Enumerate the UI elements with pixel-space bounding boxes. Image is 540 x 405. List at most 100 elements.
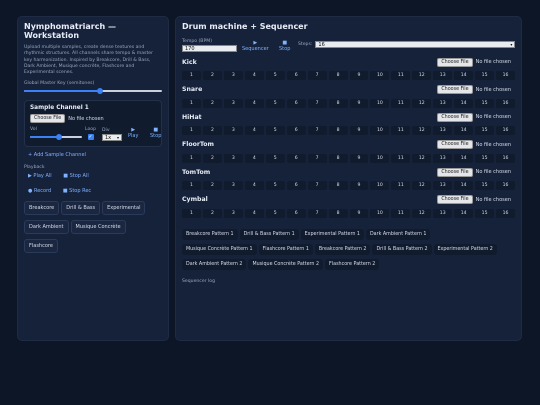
choose-file-button[interactable]: Choose File bbox=[30, 114, 66, 124]
pattern-button[interactable]: Experimental Pattern 1 bbox=[300, 229, 364, 240]
preset-button[interactable]: Drill & Bass bbox=[61, 201, 101, 216]
preset-button[interactable]: Breakcore bbox=[24, 201, 60, 216]
step-cell[interactable]: 9 bbox=[349, 208, 369, 218]
step-cell[interactable]: 16 bbox=[496, 71, 515, 80]
step-cell[interactable]: 9 bbox=[349, 126, 369, 135]
step-cell[interactable]: 13 bbox=[433, 126, 453, 135]
pattern-button[interactable]: Musique Concrète Pattern 1 bbox=[182, 244, 257, 255]
step-cell[interactable]: 2 bbox=[202, 208, 222, 218]
step-cell[interactable]: 11 bbox=[391, 71, 411, 80]
choose-file-button[interactable]: Choose File bbox=[437, 57, 473, 67]
stop-rec-button[interactable]: ■ Stop Rec bbox=[63, 188, 91, 194]
step-cell[interactable]: 11 bbox=[391, 98, 411, 108]
play-all-button[interactable]: ▶ Play All bbox=[28, 173, 52, 179]
step-cell[interactable]: 7 bbox=[307, 126, 327, 135]
step-cell[interactable]: 8 bbox=[328, 208, 348, 218]
step-cell[interactable]: 10 bbox=[370, 98, 390, 108]
step-cell[interactable]: 15 bbox=[475, 98, 495, 108]
step-cell[interactable]: 8 bbox=[328, 98, 348, 108]
preset-button[interactable]: Experimental bbox=[102, 201, 146, 216]
step-cell[interactable]: 9 bbox=[349, 71, 369, 80]
step-cell[interactable]: 14 bbox=[454, 98, 474, 108]
step-cell[interactable]: 9 bbox=[349, 153, 369, 163]
step-cell[interactable]: 14 bbox=[454, 126, 474, 135]
step-cell[interactable]: 13 bbox=[433, 98, 453, 108]
step-cell[interactable]: 15 bbox=[475, 153, 495, 163]
step-cell[interactable]: 3 bbox=[223, 98, 243, 108]
step-cell[interactable]: 13 bbox=[433, 153, 453, 163]
step-cell[interactable]: 11 bbox=[391, 153, 411, 163]
step-cell[interactable]: 5 bbox=[265, 153, 285, 163]
step-cell[interactable]: 2 bbox=[202, 181, 222, 190]
pattern-button[interactable]: Flashcore Pattern 1 bbox=[258, 244, 313, 255]
step-cell[interactable]: 12 bbox=[412, 126, 432, 135]
step-cell[interactable]: 5 bbox=[265, 126, 285, 135]
step-cell[interactable]: 7 bbox=[307, 181, 327, 190]
choose-file-button[interactable]: Choose File bbox=[437, 112, 473, 122]
step-cell[interactable]: 2 bbox=[202, 71, 222, 80]
slider-thumb[interactable] bbox=[96, 88, 103, 95]
master-key-slider[interactable] bbox=[24, 88, 162, 95]
steps-select[interactable]: 16 ▾ bbox=[315, 41, 516, 48]
sequencer-button[interactable]: ▶ Sequencer bbox=[242, 40, 269, 52]
pattern-button[interactable]: Dark Ambient Pattern 2 bbox=[182, 259, 247, 270]
step-cell[interactable]: 10 bbox=[370, 208, 390, 218]
step-cell[interactable]: 16 bbox=[496, 181, 515, 190]
step-cell[interactable]: 10 bbox=[370, 71, 390, 80]
step-cell[interactable]: 16 bbox=[496, 126, 515, 135]
record-button[interactable]: ● Record bbox=[28, 188, 51, 194]
step-cell[interactable]: 7 bbox=[307, 71, 327, 80]
step-cell[interactable]: 12 bbox=[412, 98, 432, 108]
step-cell[interactable]: 16 bbox=[496, 208, 515, 218]
volume-slider[interactable] bbox=[30, 134, 82, 141]
step-cell[interactable]: 13 bbox=[433, 208, 453, 218]
step-cell[interactable]: 12 bbox=[412, 208, 432, 218]
step-cell[interactable]: 14 bbox=[454, 71, 474, 80]
step-cell[interactable]: 3 bbox=[223, 181, 243, 190]
step-cell[interactable]: 1 bbox=[182, 181, 201, 190]
step-cell[interactable]: 6 bbox=[286, 208, 306, 218]
stop-button[interactable]: ■ Stop bbox=[150, 127, 161, 139]
choose-file-button[interactable]: Choose File bbox=[437, 85, 473, 94]
pattern-button[interactable]: Drill & Bass Pattern 2 bbox=[372, 244, 432, 255]
step-cell[interactable]: 10 bbox=[370, 181, 390, 190]
step-cell[interactable]: 15 bbox=[475, 181, 495, 190]
choose-file-button[interactable]: Choose File bbox=[437, 140, 473, 149]
step-cell[interactable]: 11 bbox=[391, 126, 411, 135]
step-cell[interactable]: 2 bbox=[202, 98, 222, 108]
preset-button[interactable]: Dark Ambient bbox=[24, 220, 69, 235]
step-cell[interactable]: 15 bbox=[475, 126, 495, 135]
step-cell[interactable]: 16 bbox=[496, 98, 515, 108]
loop-checkbox[interactable]: ✓ bbox=[87, 134, 94, 141]
preset-button[interactable]: Flashcore bbox=[24, 239, 58, 254]
step-cell[interactable]: 14 bbox=[454, 181, 474, 190]
step-cell[interactable]: 5 bbox=[265, 71, 285, 80]
step-cell[interactable]: 7 bbox=[307, 208, 327, 218]
step-cell[interactable]: 3 bbox=[223, 208, 243, 218]
step-cell[interactable]: 4 bbox=[244, 208, 264, 218]
step-cell[interactable]: 4 bbox=[244, 181, 264, 190]
pattern-button[interactable]: Flashcore Pattern 2 bbox=[325, 259, 380, 270]
step-cell[interactable]: 2 bbox=[202, 126, 222, 135]
slider-thumb[interactable] bbox=[55, 134, 62, 141]
step-cell[interactable]: 5 bbox=[265, 181, 285, 190]
step-cell[interactable]: 8 bbox=[328, 126, 348, 135]
step-cell[interactable]: 2 bbox=[202, 153, 222, 163]
step-cell[interactable]: 3 bbox=[223, 153, 243, 163]
tempo-input[interactable]: 170 bbox=[182, 45, 237, 52]
pattern-button[interactable]: Drill & Bass Pattern 1 bbox=[239, 229, 299, 240]
step-cell[interactable]: 4 bbox=[244, 71, 264, 80]
choose-file-button[interactable]: Choose File bbox=[437, 195, 473, 204]
pattern-button[interactable]: Dark Ambient Pattern 1 bbox=[365, 229, 431, 240]
play-button[interactable]: ▶ Play bbox=[128, 127, 138, 139]
sequencer-stop-button[interactable]: ■ Stop bbox=[279, 40, 290, 52]
step-cell[interactable]: 8 bbox=[328, 71, 348, 80]
step-cell[interactable]: 1 bbox=[182, 71, 201, 80]
step-cell[interactable]: 10 bbox=[370, 126, 390, 135]
pattern-button[interactable]: Breakcore Pattern 2 bbox=[314, 244, 371, 255]
step-cell[interactable]: 6 bbox=[286, 181, 306, 190]
step-cell[interactable]: 9 bbox=[349, 181, 369, 190]
step-cell[interactable]: 16 bbox=[496, 153, 515, 163]
step-cell[interactable]: 14 bbox=[454, 208, 474, 218]
step-cell[interactable]: 12 bbox=[412, 71, 432, 80]
